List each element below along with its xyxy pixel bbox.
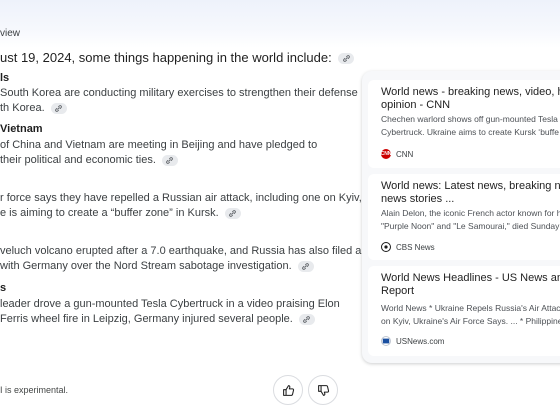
source-name: CNN	[396, 149, 414, 159]
link-icon[interactable]	[161, 154, 178, 166]
source-snippet-line: "Purple Noon" and "Le Samourai," died Su…	[381, 221, 560, 231]
thumbs-up-button[interactable]	[273, 375, 303, 405]
usnews-logo-icon	[381, 336, 391, 346]
source-title-line: news stories ...	[381, 193, 455, 205]
section-line-text: with Germany over the Nord Stream sabota…	[0, 260, 292, 272]
section-line: r force says they have repelled a Russia…	[0, 192, 362, 204]
section-line: veluch volcano erupted after a 7.0 earth…	[0, 245, 362, 257]
link-icon[interactable]	[338, 53, 355, 65]
source-snippet-line: Alain Delon, the iconic French actor kno…	[381, 208, 560, 218]
section-line-text: th Korea.	[0, 102, 45, 114]
overview-label: view	[0, 28, 21, 39]
source-card-cnn[interactable]: World news - breaking news, video, head …	[368, 80, 560, 168]
cbs-eye-logo-icon	[381, 242, 391, 252]
section-line-text: their political and economic ties.	[0, 154, 156, 166]
source-card-cbs[interactable]: World news: Latest news, breaking news, …	[368, 174, 560, 260]
source-card-title[interactable]: World News Headlines - US News and Wo Re…	[381, 272, 560, 298]
intro-text: ust 19, 2024, some things happening in t…	[0, 50, 332, 65]
source-title-line: World news: Latest news, breaking news,	[381, 180, 560, 192]
source-snippet-line: Cybertruck. Ukraine aims to create Kursk…	[381, 127, 559, 137]
source-card-title[interactable]: World news - breaking news, video, head …	[381, 86, 560, 112]
section-heading: s	[0, 282, 7, 294]
link-icon[interactable]	[224, 207, 241, 219]
section-line-last: with Germany over the Nord Stream sabota…	[0, 259, 314, 274]
ai-overview-header-background	[0, 0, 560, 48]
source-title-line: World News Headlines - US News and Wo	[381, 272, 560, 284]
source-name: CBS News	[396, 242, 435, 252]
source-snippet-line: Chechen warlord shows off gun-mounted Te…	[381, 114, 558, 124]
section-line: leader drove a gun-mounted Tesla Cybertr…	[0, 298, 340, 310]
source-card-snippet: Chechen warlord shows off gun-mounted Te…	[381, 113, 560, 139]
link-icon[interactable]	[298, 313, 315, 325]
source-card-title[interactable]: World news: Latest news, breaking news, …	[381, 180, 560, 206]
source-card-usnews[interactable]: World News Headlines - US News and Wo Re…	[368, 266, 560, 356]
thumbs-down-icon	[317, 384, 329, 396]
section-line-last: th Korea.	[0, 101, 67, 116]
section-heading: Vietnam	[0, 123, 43, 135]
source-attribution: CNN CNN	[381, 149, 413, 159]
source-title-line: opinion - CNN	[381, 99, 451, 111]
thumbs-up-icon	[282, 384, 294, 396]
section-line: South Korea are conducting military exer…	[0, 87, 358, 99]
section-line-last: their political and economic ties.	[0, 153, 178, 168]
link-icon[interactable]	[297, 260, 314, 272]
link-icon[interactable]	[50, 102, 67, 114]
section-line-text: Ferris wheel fire in Leipzig, Germany in…	[0, 313, 293, 325]
source-snippet-line: on Kyiv, Ukraine's Air Force Says. ... *…	[381, 316, 560, 326]
section-line-last: Ferris wheel fire in Leipzig, Germany in…	[0, 312, 315, 327]
source-title-line: World news - breaking news, video, head	[381, 86, 560, 98]
source-attribution: CBS News	[381, 242, 435, 252]
cnn-logo-icon: CNN	[380, 149, 392, 159]
section-line-last: e is aiming to create a “buffer zone” in…	[0, 206, 241, 221]
source-title-line: Report	[381, 285, 415, 297]
thumbs-down-button[interactable]	[308, 375, 338, 405]
overview-intro: ust 19, 2024, some things happening in t…	[0, 50, 355, 65]
section-line: of China and Vietnam are meeting in Beij…	[0, 139, 318, 151]
source-name: USNews.com	[396, 336, 445, 346]
experimental-note: I is experimental.	[0, 385, 69, 395]
section-line-text: e is aiming to create a “buffer zone” in…	[0, 207, 219, 219]
source-attribution: USNews.com	[381, 336, 444, 346]
section-heading: ls	[0, 72, 10, 84]
source-card-snippet: World News * Ukraine Repels Russia's Air…	[381, 302, 560, 328]
source-snippet-line: World News * Ukraine Repels Russia's Air…	[381, 303, 560, 313]
source-card-snippet: Alain Delon, the iconic French actor kno…	[381, 207, 560, 233]
